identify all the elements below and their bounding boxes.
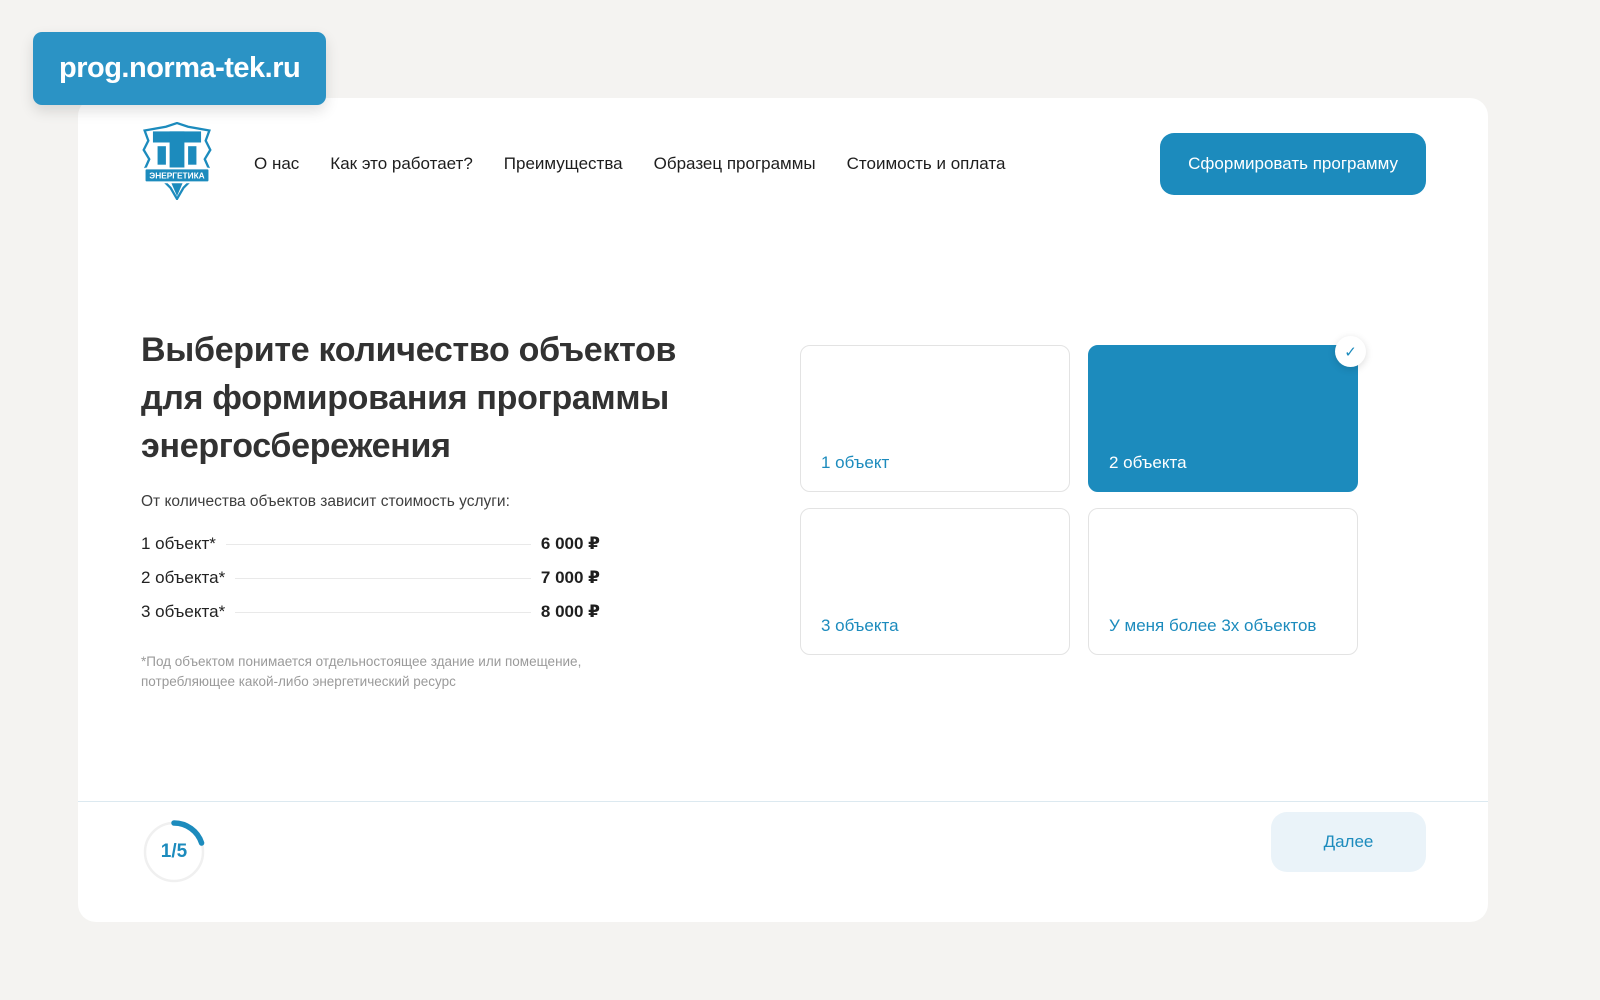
page-title: Выберите количество объектов для формиро…: [141, 331, 677, 465]
option-label: 2 объекта: [1109, 453, 1187, 472]
object-definition-footnote: *Под объектом понимается отдельностоящее…: [141, 654, 582, 689]
price-row: 3 объекта* 8 000 ₽: [141, 602, 600, 636]
wizard-footer: 1/5 Далее: [78, 801, 1488, 922]
generate-program-button[interactable]: Сформировать программу: [1160, 132, 1426, 195]
nav-advantages[interactable]: Преимущества: [504, 154, 623, 174]
price-row-label: 1 объект*: [141, 534, 216, 553]
next-step-button[interactable]: Далее: [1271, 812, 1426, 872]
price-row: 1 объект* 6 000 ₽: [141, 534, 600, 568]
option-card-1-object[interactable]: 1 объект: [800, 345, 1070, 492]
option-card-more-than-3-objects[interactable]: У меня более 3х объектов: [1088, 508, 1358, 655]
price-row: 2 объекта* 7 000 ₽: [141, 568, 600, 602]
price-row-value: 7 000 ₽: [540, 568, 600, 587]
step-progress-label: 1/5: [160, 841, 188, 862]
shield-logo-icon: ЭНЕРГЕТИКА: [142, 121, 212, 202]
step-progress-indicator: 1/5: [142, 820, 206, 884]
company-logo[interactable]: ЭНЕРГЕТИКА: [140, 121, 214, 205]
price-row-value: 8 000 ₽: [540, 602, 600, 621]
price-row-label: 2 объекта*: [141, 568, 226, 587]
price-leader-line: [235, 612, 531, 613]
price-leader-line: [235, 578, 531, 579]
nav-how-it-works[interactable]: Как это работает?: [330, 154, 473, 174]
svg-text:ЭНЕРГЕТИКА: ЭНЕРГЕТИКА: [149, 171, 204, 181]
site-header: ЭНЕРГЕТИКА О нас Как это работает? Преим…: [78, 98, 1488, 205]
option-label: 3 объекта: [821, 616, 899, 635]
nav-pricing[interactable]: Стоимость и оплата: [847, 154, 1006, 174]
price-leader-line: [225, 544, 531, 545]
option-card-3-objects[interactable]: 3 объекта: [800, 508, 1070, 655]
page-card: ЭНЕРГЕТИКА О нас Как это работает? Преим…: [78, 98, 1488, 922]
option-card-2-objects[interactable]: ✓ 2 объекта: [1088, 336, 1366, 492]
price-list: 1 объект* 6 000 ₽ 2 объекта* 7 000 ₽ 3 о…: [141, 534, 600, 636]
check-icon: ✓: [1335, 336, 1366, 367]
step-description: Выберите количество объектов для формиро…: [141, 326, 716, 692]
object-count-options: 1 объект ✓ 2 объекта 3 объекта У меня бо…: [800, 336, 1366, 655]
option-label: 1 объект: [821, 453, 890, 472]
option-label: У меня более 3х объектов: [1109, 616, 1317, 635]
main-nav: О нас Как это работает? Преимущества Обр…: [254, 154, 1005, 174]
nav-about[interactable]: О нас: [254, 154, 299, 174]
price-list-intro: От количества объектов зависит стоимость…: [141, 493, 510, 510]
price-row-value: 6 000 ₽: [540, 534, 600, 553]
price-row-label: 3 объекта*: [141, 602, 226, 621]
site-url-badge: prog.norma-tek.ru: [33, 32, 327, 105]
nav-program-sample[interactable]: Образец программы: [654, 154, 816, 174]
